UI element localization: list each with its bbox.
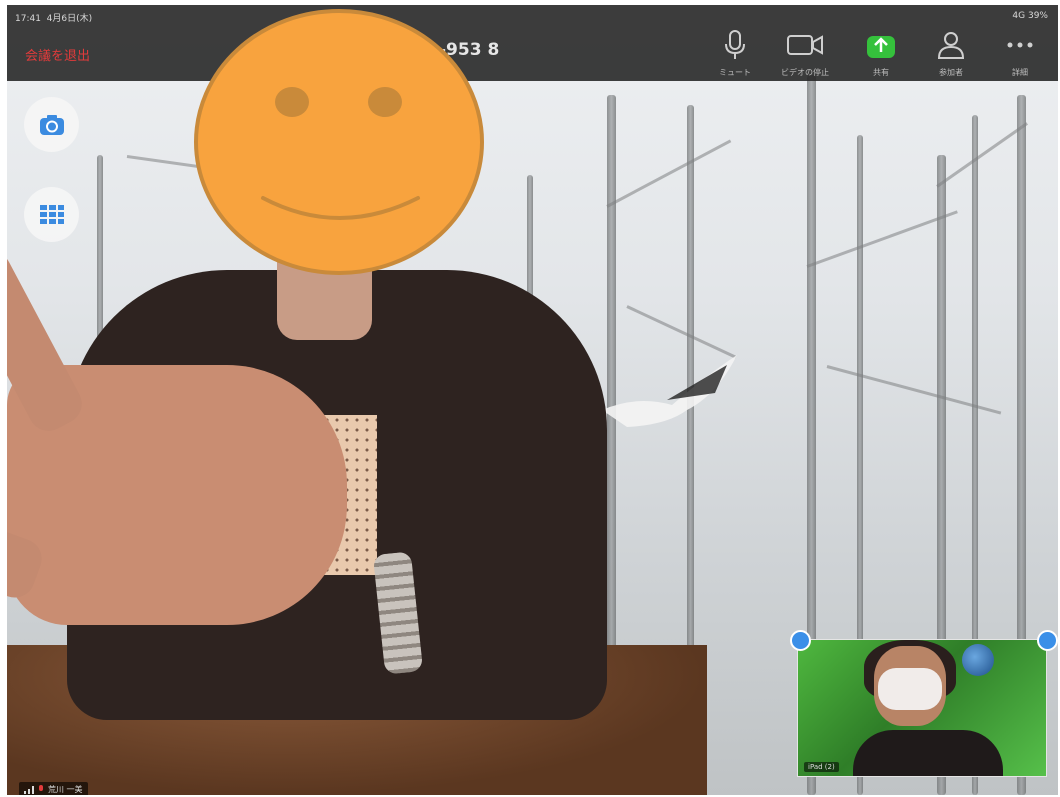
- participants-button[interactable]: 参加者: [923, 29, 979, 78]
- share-button[interactable]: 共有: [853, 29, 909, 78]
- status-battery: 4G 39%: [1012, 11, 1048, 21]
- muted-mic-icon: [39, 785, 43, 791]
- self-view-name: iPad (2): [804, 762, 839, 772]
- microphone-icon: [725, 30, 745, 59]
- mute-label: ミュート: [719, 68, 751, 77]
- self-view-mask: [878, 668, 942, 710]
- meeting-toolbar: 17:41 4月6日(木) 4G 39% 会議を退出 -953 8 ミュート ビ…: [7, 5, 1058, 81]
- share-label: 共有: [873, 68, 889, 77]
- self-view-resize-handle[interactable]: [1037, 630, 1058, 651]
- speaker-name-tag: 荒川 一美: [19, 782, 88, 795]
- self-view-thumbnail[interactable]: iPad (2): [797, 639, 1047, 777]
- self-view-resize-handle[interactable]: [790, 630, 811, 651]
- switch-camera-button[interactable]: [24, 97, 79, 152]
- smiley-face-overlay: [194, 9, 484, 275]
- video-camera-icon: [787, 35, 823, 55]
- stop-video-label: ビデオの停止: [781, 68, 829, 77]
- more-label: 詳細: [1012, 68, 1028, 77]
- self-view-body: [853, 730, 1003, 776]
- grid-view-icon: [39, 204, 64, 224]
- crane-illustration: [602, 355, 737, 427]
- globe-icon: [962, 644, 994, 676]
- speaker-name: 荒川 一美: [48, 785, 83, 794]
- share-icon: [867, 36, 895, 58]
- participants-icon: [937, 32, 965, 59]
- mute-button[interactable]: ミュート: [707, 29, 763, 78]
- video-frame: 17:41 4月6日(木) 4G 39% 会議を退出 -953 8 ミュート ビ…: [7, 5, 1058, 795]
- gallery-view-button[interactable]: [24, 187, 79, 242]
- more-button[interactable]: 詳細: [992, 29, 1048, 78]
- participants-label: 参加者: [939, 68, 963, 77]
- leave-meeting-button[interactable]: 会議を退出: [25, 45, 90, 64]
- more-icon: [1007, 42, 1033, 48]
- status-time: 17:41 4月6日(木): [15, 14, 93, 24]
- stop-video-button[interactable]: ビデオの停止: [777, 29, 833, 78]
- camera-switch-icon: [39, 114, 64, 135]
- signal-icon: [24, 785, 34, 794]
